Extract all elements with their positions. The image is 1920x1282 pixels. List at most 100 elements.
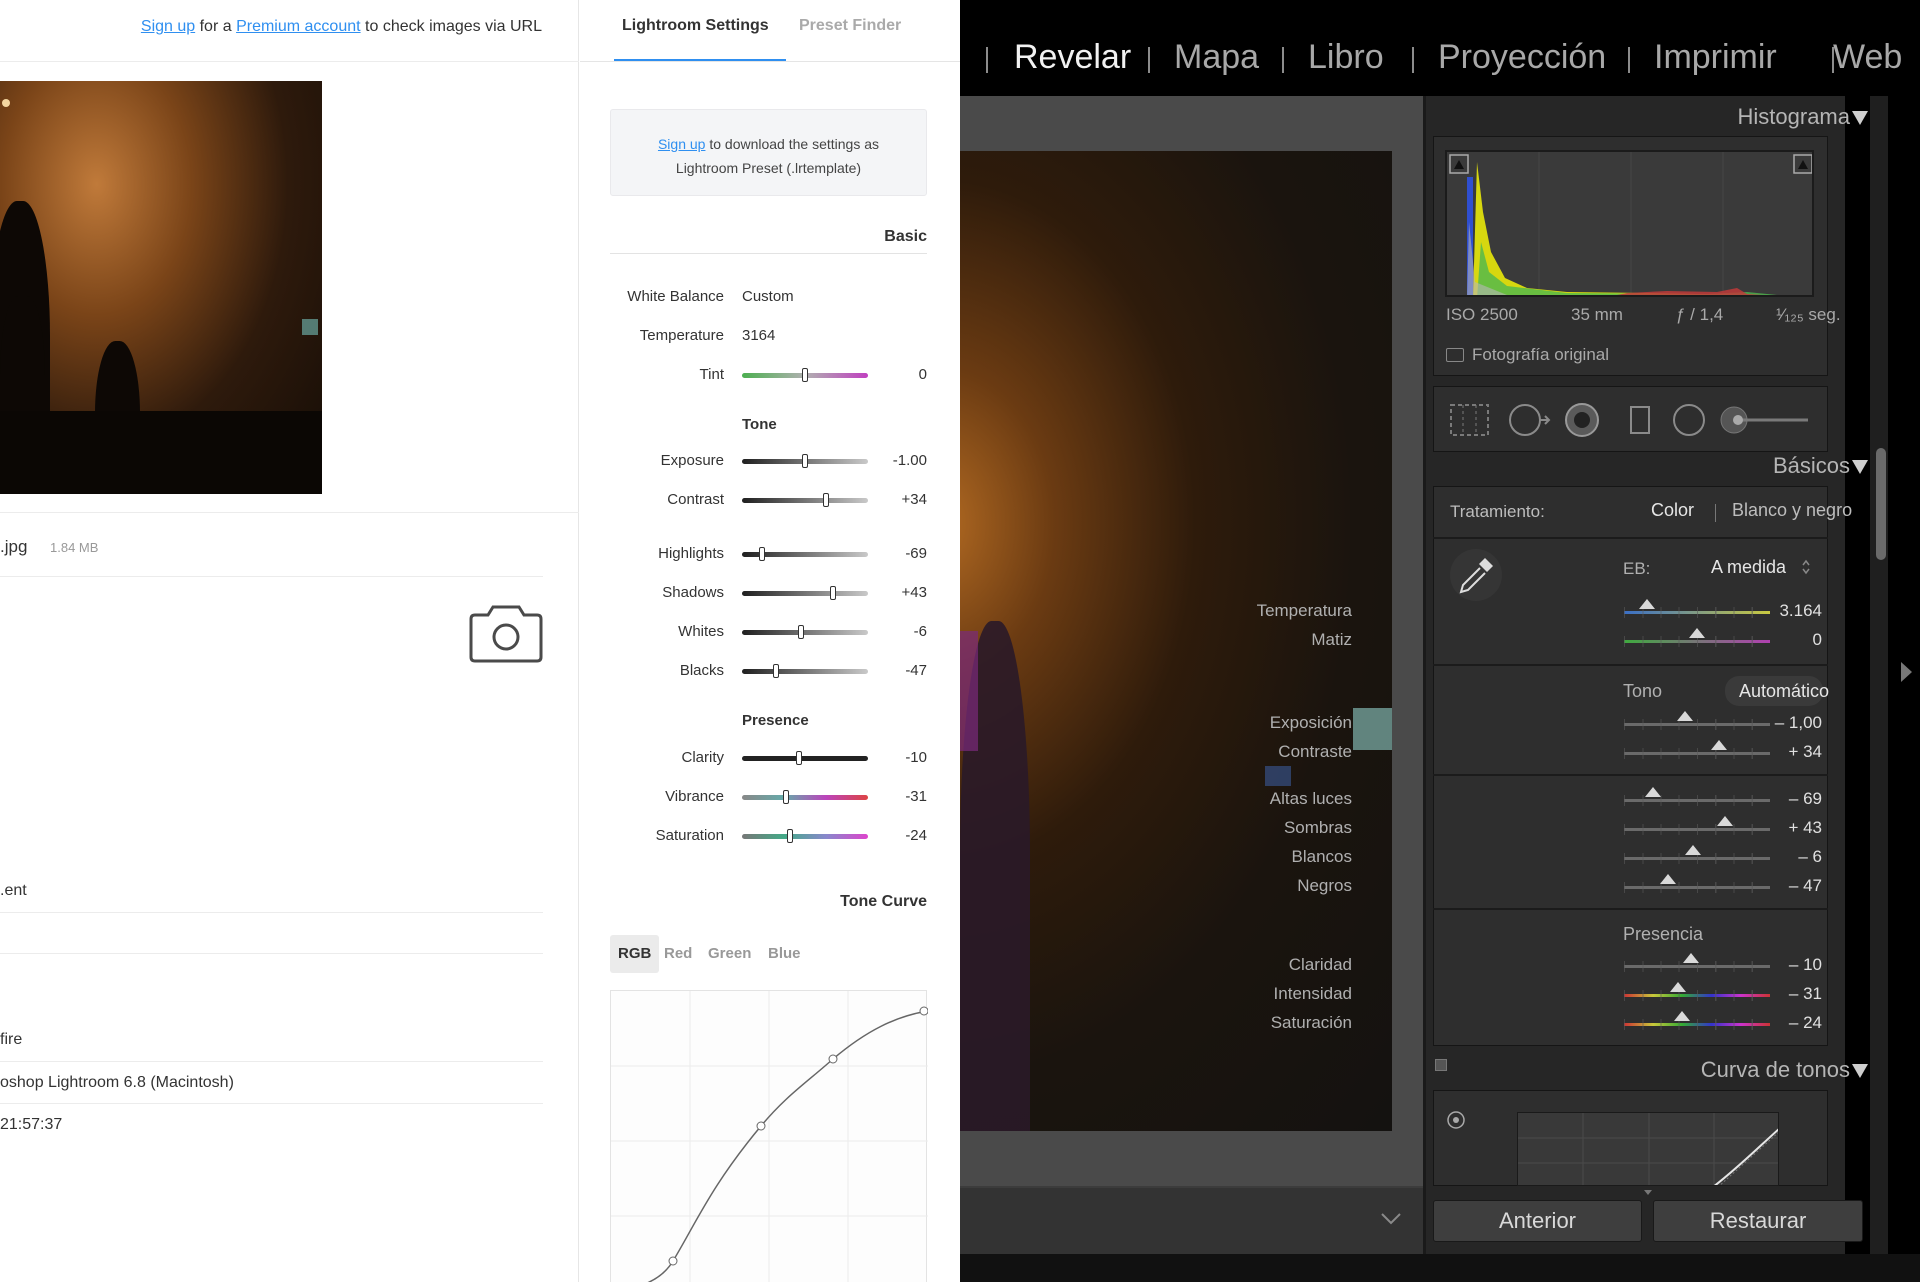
crop-overlay-icon[interactable]	[1450, 404, 1489, 436]
camera-icon[interactable]	[469, 601, 543, 663]
section-divider	[610, 253, 927, 254]
triangle-down-icon[interactable]	[1852, 460, 1868, 474]
blacks-value[interactable]: – 47	[1789, 876, 1822, 896]
highlights-slider[interactable]	[1624, 787, 1770, 806]
clarity-label: Claridad	[1288, 955, 1352, 974]
eyedropper-icon[interactable]	[1449, 548, 1503, 602]
red-eye-icon[interactable]	[1565, 403, 1599, 437]
clarity-slider	[742, 751, 868, 765]
shadows-slider[interactable]	[1624, 816, 1770, 835]
curve-tab-green[interactable]: Green	[700, 935, 759, 973]
panel-switch[interactable]	[1435, 1059, 1447, 1071]
slider-knob	[823, 493, 830, 507]
triangle-down-icon[interactable]	[1852, 111, 1868, 125]
shadows-value[interactable]: + 43	[1788, 818, 1822, 838]
highlights-value[interactable]: – 69	[1789, 789, 1822, 809]
slider-knob	[802, 368, 808, 382]
photo-thumbnail	[0, 81, 322, 494]
whites-value[interactable]: – 6	[1798, 847, 1822, 867]
contrast-slider[interactable]	[1624, 740, 1770, 759]
panel-header-tone-curve[interactable]: Curva de tonos	[1701, 1057, 1850, 1083]
slider-thumb[interactable]	[1689, 628, 1705, 638]
module-revelar[interactable]: Revelar	[1014, 38, 1131, 77]
curve-point[interactable]	[828, 1054, 838, 1064]
whites-slider[interactable]	[1624, 845, 1770, 864]
tint-slider[interactable]	[1624, 628, 1770, 647]
slider-thumb[interactable]	[1710, 740, 1727, 750]
shadows-value: +43	[901, 584, 927, 601]
radial-filter-icon[interactable]	[1673, 404, 1705, 436]
temp-slider[interactable]	[1624, 599, 1770, 618]
histogram-shutter: ¹⁄₁₂₅ seg.	[1776, 305, 1841, 324]
up-down-icon[interactable]	[1801, 559, 1811, 575]
reset-button[interactable]: Restaurar	[1653, 1200, 1863, 1242]
slider-thumb[interactable]	[1674, 1011, 1691, 1021]
previous-button[interactable]: Anterior	[1433, 1200, 1642, 1242]
saturation-slider	[742, 829, 868, 843]
saturation-slider[interactable]	[1624, 1011, 1770, 1030]
clarity-slider[interactable]	[1624, 953, 1770, 972]
exposure-label: Exposure	[660, 452, 724, 469]
target-adjust-icon[interactable]	[1446, 1110, 1466, 1130]
clarity-value[interactable]: – 10	[1789, 955, 1822, 975]
module-libro[interactable]: Libro	[1308, 38, 1384, 77]
exposure-slider[interactable]	[1624, 711, 1770, 730]
tint-value: 0	[918, 366, 927, 383]
vibrance-label: Intensidad	[1273, 984, 1352, 1003]
slider-thumb[interactable]	[1670, 982, 1687, 992]
curve-tab-red[interactable]: Red	[656, 935, 700, 973]
wb-value[interactable]: A medida	[1711, 557, 1786, 578]
curve-tab-blue[interactable]: Blue	[760, 935, 809, 973]
vibrance-slider[interactable]	[1624, 982, 1770, 1001]
slider-knob	[802, 454, 808, 468]
curve-point[interactable]	[756, 1121, 766, 1131]
module-web[interactable]: Web	[1833, 38, 1902, 77]
saturation-value[interactable]: – 24	[1789, 1013, 1822, 1033]
scrollbar-thumb[interactable]	[1876, 448, 1886, 560]
triangle-down-icon[interactable]	[1852, 1064, 1868, 1078]
exposure-value[interactable]: – 1,00	[1775, 713, 1822, 733]
tint-value[interactable]: 0	[1813, 630, 1822, 650]
temp-value[interactable]: 3.164	[1779, 601, 1822, 621]
slider-thumb[interactable]	[1639, 599, 1656, 609]
signup-link[interactable]: Sign up	[141, 18, 195, 35]
slider-thumb[interactable]	[1645, 787, 1662, 797]
original-photo-checkbox[interactable]	[1446, 348, 1464, 362]
vibrance-label: Vibrance	[665, 788, 724, 805]
signup-download-link[interactable]: Sign up	[658, 136, 705, 152]
treatment-color[interactable]: Color	[1651, 500, 1694, 521]
slider-thumb[interactable]	[1716, 816, 1733, 826]
spot-removal-icon[interactable]	[1509, 404, 1551, 436]
photo-canvas	[960, 96, 1423, 1186]
panel-header-basic[interactable]: Básicos	[1773, 453, 1850, 479]
vibrance-value[interactable]: – 31	[1789, 984, 1822, 1004]
auto-tone-button[interactable]: Automático	[1739, 681, 1829, 702]
histogram-graph	[1445, 150, 1814, 297]
tab-preset-finder[interactable]: Preset Finder	[799, 17, 901, 35]
module-mapa[interactable]: Mapa	[1174, 38, 1259, 77]
slider-thumb[interactable]	[1683, 953, 1700, 963]
graduated-filter-icon[interactable]	[1630, 406, 1650, 434]
slider-knob	[773, 664, 780, 678]
curve-tab-rgb[interactable]: RGB	[610, 935, 660, 973]
tab-lightroom-settings[interactable]: Lightroom Settings	[622, 17, 769, 35]
panel-header-histogram[interactable]: Histograma	[1738, 104, 1850, 130]
tone-curve-svg	[611, 991, 929, 1282]
slider-thumb[interactable]	[1684, 845, 1701, 855]
image-info-column: Sign up for a Premium account to check i…	[0, 0, 579, 1282]
chevron-down-icon[interactable]	[1380, 1212, 1402, 1226]
blacks-slider[interactable]	[1624, 874, 1770, 893]
panel-expand-arrow-icon[interactable]	[1901, 662, 1912, 682]
treatment-bw[interactable]: Blanco y negro	[1732, 500, 1852, 521]
premium-account-link[interactable]: Premium account	[236, 18, 361, 35]
module-proyeccion[interactable]: Proyección	[1438, 38, 1606, 77]
slider-thumb[interactable]	[1659, 874, 1676, 884]
vibrance-value: -31	[905, 788, 927, 805]
adjustment-brush-icon[interactable]	[1720, 406, 1808, 434]
slider-thumb[interactable]	[1677, 711, 1694, 721]
contrast-value[interactable]: + 34	[1788, 742, 1822, 762]
panel-scrollbar[interactable]	[1870, 96, 1888, 1254]
module-imprimir[interactable]: Imprimir	[1654, 38, 1777, 77]
curve-point[interactable]	[668, 1256, 678, 1266]
curve-point[interactable]	[919, 1006, 929, 1016]
